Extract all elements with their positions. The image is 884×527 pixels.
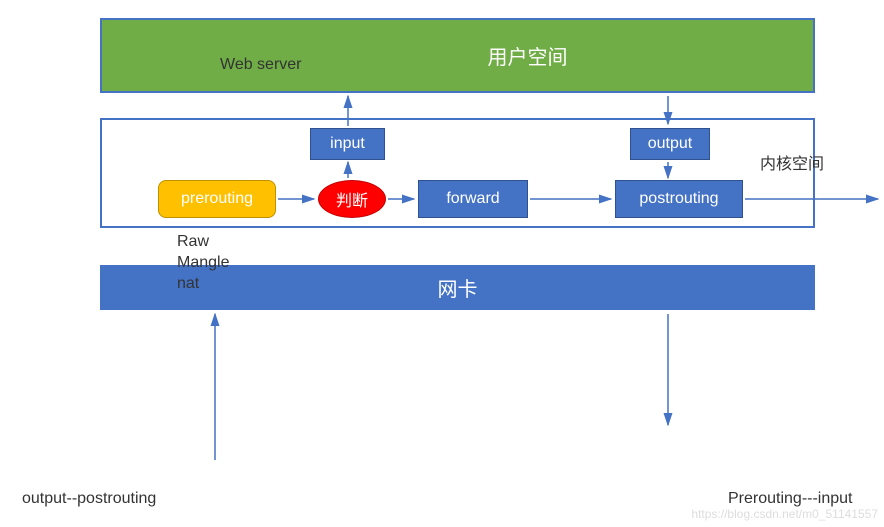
input-label: input [330, 135, 365, 153]
raw-mangle-nat-label: Raw Mangle nat [177, 232, 229, 294]
prerouting-node: prerouting [158, 180, 276, 218]
watermark-text: https://blog.csdn.net/m0_51141557 [691, 507, 878, 521]
forward-label: forward [446, 190, 499, 208]
judge-label: 判断 [336, 187, 368, 211]
userspace-box: 用户空间 [100, 18, 815, 93]
postrouting-label: postrouting [639, 190, 718, 208]
postrouting-node: postrouting [615, 180, 743, 218]
input-node: input [310, 128, 385, 160]
judge-node: 判断 [318, 180, 386, 218]
userspace-title: 用户空间 [348, 41, 568, 70]
output-postrouting-label: output--postrouting [22, 490, 156, 508]
output-node: output [630, 128, 710, 160]
forward-node: forward [418, 180, 528, 218]
nic-title: 网卡 [438, 273, 478, 302]
webserver-label: Web server [220, 56, 302, 74]
kernelspace-label: 内核空间 [760, 150, 824, 174]
output-label: output [648, 135, 692, 153]
prerouting-label: prerouting [181, 190, 253, 208]
prerouting-input-label: Prerouting---input [728, 490, 853, 508]
